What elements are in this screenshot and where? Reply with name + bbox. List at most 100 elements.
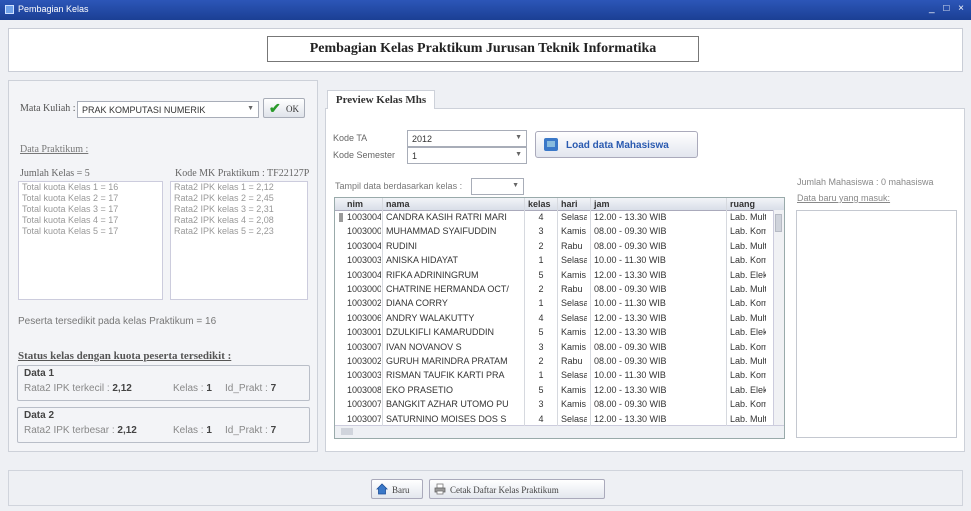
cetak-button[interactable]: Cetak Daftar Kelas Praktikum: [429, 479, 605, 499]
table-row[interactable]: 10030074 SATURNINO MOISES DOS S 4 Selasa 12.…: [335, 413, 773, 426]
table-cell-kelas: 3: [538, 341, 544, 352]
data2-kelas: Kelas : 1: [173, 425, 212, 436]
table-cell-jam: 08.00 - 09.30 WIB: [594, 284, 667, 294]
table-cell-kelas: 1: [538, 298, 544, 309]
table-cell-nama: BANGKIT AZHAR UTOMO PU: [386, 399, 509, 410]
table-cell-nim: 10030084: [347, 384, 381, 395]
column-header-3[interactable]: hari: [561, 199, 578, 209]
table-row[interactable]: 10030077 BANGKIT AZHAR UTOMO PU 3 Kamis 08.0…: [335, 398, 773, 411]
table-cell-ruang: Lab. Komp: [730, 341, 766, 352]
table-cell-nim: 10030017: [347, 327, 381, 338]
table-row[interactable]: 10030073 IVAN NOVANOV S 3 Kamis 08.00 - 09.3…: [335, 341, 773, 354]
kode-ta-select[interactable]: 2012 ▼: [407, 130, 527, 147]
table-cell-nama: ANISKA HIDAYAT: [386, 255, 459, 266]
table-cell-nama: ANDRY WALAKUTTY: [386, 312, 475, 323]
data2-title: Data 2: [24, 410, 55, 421]
table-cell-kelas: 1: [538, 370, 544, 381]
chevron-down-icon: ▼: [515, 134, 522, 141]
table-row[interactable]: 10030043 RIFKA ADRININGRUM 5 Kamis 12.00 - 1…: [335, 269, 773, 282]
table-cell-kelas: 4: [538, 212, 544, 222]
table-cell-ruang: Lab. Multi: [730, 312, 766, 323]
kode-ta-label: Kode TA: [333, 133, 368, 143]
table-cell-ruang: Lab. Elekt: [730, 327, 766, 338]
kode-semester-select[interactable]: 1 ▼: [407, 147, 527, 164]
ok-label: OK: [286, 104, 299, 114]
check-icon: ✔: [269, 100, 281, 116]
table-row[interactable]: 10030020 DIANA CORRY 1 Selasa 10.00 - 11.30 …: [335, 297, 773, 310]
table-cell-ruang: Lab. Multi: [730, 212, 766, 222]
table-cell-nim: 10030074: [347, 413, 381, 424]
baru-button[interactable]: Baru: [371, 479, 423, 499]
table-cell-kelas: 2: [538, 240, 544, 251]
column-header-5[interactable]: ruang: [730, 199, 755, 209]
load-data-button[interactable]: Load data Mahasiswa: [535, 131, 698, 158]
table-cell-hari: Selasa: [561, 298, 587, 309]
tampil-select[interactable]: ▼: [471, 178, 524, 195]
table-row[interactable]: 10030066 ANDRY WALAKUTTY 4 Selasa 12.00 - 13…: [335, 312, 773, 325]
table-row[interactable]: 10030017 DZULKIFLI KAMARUDDIN 5 Kamis 12.00 …: [335, 326, 773, 339]
baru-label: Baru: [392, 485, 410, 495]
table-row[interactable]: 10030002 MUHAMMAD SYAIFUDDIN 3 Kamis 08.00 -…: [335, 225, 773, 238]
jumlah-kelas: Jumlah Kelas = 5: [20, 168, 90, 179]
column-header-1[interactable]: nama: [386, 199, 410, 209]
data-baru-label: Data baru yang masuk:: [797, 193, 891, 203]
table-cell-hari: Selasa: [561, 212, 587, 222]
table-row[interactable]: 10030003 CHATRINE HERMANDA OCT/2 Rabu 08.00…: [335, 283, 773, 296]
table-cell-nim: 10030077: [347, 399, 381, 410]
table-cell-nim: 10030020: [347, 298, 381, 309]
window-controls[interactable]: _ □ ×: [929, 3, 967, 14]
table-cell-nama: CHATRINE HERMANDA OCT/: [386, 284, 509, 294]
page-title: Pembagian Kelas Praktikum Jurusan Teknik…: [267, 36, 699, 62]
horizontal-scrollbar[interactable]: [335, 425, 784, 438]
table-cell-nim: 10030043: [347, 269, 381, 280]
window-titlebar: Pembagian Kelas _ □ ×: [0, 0, 971, 20]
table-cell-jam: 12.00 - 13.30 WIB: [594, 212, 667, 222]
table-row[interactable]: 10030047 RUDINI 2 Rabu 08.00 - 09.30 WIB Lab.…: [335, 240, 773, 253]
scroll-thumb[interactable]: [341, 428, 353, 435]
table-cell-nim: 10030028: [347, 356, 381, 366]
table-row[interactable]: 10030036 RISMAN TAUFIK KARTI PRA 1 Selasa 10…: [335, 369, 773, 382]
table-cell-ruang: Lab. Multi: [730, 284, 766, 294]
table-cell-jam: 08.00 - 09.30 WIB: [594, 226, 667, 237]
tab-preview-kelas[interactable]: Preview Kelas Mhs: [327, 90, 435, 109]
column-header-4[interactable]: jam: [594, 199, 610, 209]
home-icon: [376, 483, 388, 495]
table-cell-jam: 08.00 - 09.30 WIB: [594, 240, 667, 251]
table-cell-jam: 08.00 - 09.30 WIB: [594, 399, 667, 410]
table-row[interactable]: 10030032 ANISKA HIDAYAT 1 Selasa 10.00 - 11.…: [335, 254, 773, 267]
scroll-thumb[interactable]: [775, 214, 782, 232]
table-cell-kelas: 1: [538, 255, 544, 266]
peserta-text: Peserta tersedikit pada kelas Praktikum …: [18, 316, 217, 327]
kode-semester-label: Kode Semester: [333, 150, 396, 160]
kode-ta-value: 2012: [412, 134, 433, 144]
cetak-label: Cetak Daftar Kelas Praktikum: [450, 485, 559, 495]
table-row[interactable]: 10030028 GURUH MARINDRA PRATAM 2 Rabu 08.00 …: [335, 355, 773, 368]
mahasiswa-table[interactable]: nim nama kelas hari jam ruang 10030042 CANDRA …: [334, 197, 785, 439]
table-cell-hari: Rabu: [561, 356, 583, 366]
data1-ipk: Rata2 IPK terkecil : 2,12: [24, 383, 132, 394]
mata-kuliah-select[interactable]: PRAK KOMPUTASI NUMERIK ▼: [77, 101, 259, 118]
table-cell-ruang: Lab. Komp: [730, 399, 766, 410]
table-cell-hari: Selasa: [561, 413, 587, 424]
table-cell-ruang: Lab. Multi: [730, 240, 766, 251]
ok-button[interactable]: ✔ OK: [263, 98, 305, 118]
table-cell-hari: Kamis: [561, 269, 587, 280]
table-cell-kelas: 5: [538, 269, 544, 280]
table-cell-jam: 12.00 - 13.30 WIB: [594, 327, 667, 338]
table-row[interactable]: 10030042 CANDRA KASIH RATRI MARI 4 Selasa 12…: [335, 211, 773, 224]
table-cell-nama: DZULKIFLI KAMARUDDIN: [386, 327, 495, 338]
table-cell-nim: 10030066: [347, 312, 381, 323]
column-header-0[interactable]: nim: [347, 199, 363, 209]
column-header-2[interactable]: kelas: [528, 199, 551, 209]
kode-semester-value: 1: [412, 151, 418, 161]
table-cell-nim: 10030003: [347, 284, 381, 294]
chevron-down-icon: ▼: [247, 105, 254, 112]
table-cell-kelas: 5: [538, 384, 544, 395]
table-cell-jam: 08.00 - 09.30 WIB: [594, 341, 667, 352]
data1-kelas: Kelas : 1: [173, 383, 212, 394]
data2-group: Data 2 Rata2 IPK terbesar : 2,12 Kelas :…: [17, 407, 310, 443]
table-row[interactable]: 10030084 EKO PRASETIO 5 Kamis 12.00 - 13.30 …: [335, 384, 773, 397]
vertical-scrollbar[interactable]: [773, 210, 784, 426]
table-cell-ruang: Lab. Elekt: [730, 384, 766, 395]
table-cell-hari: Rabu: [561, 284, 583, 294]
